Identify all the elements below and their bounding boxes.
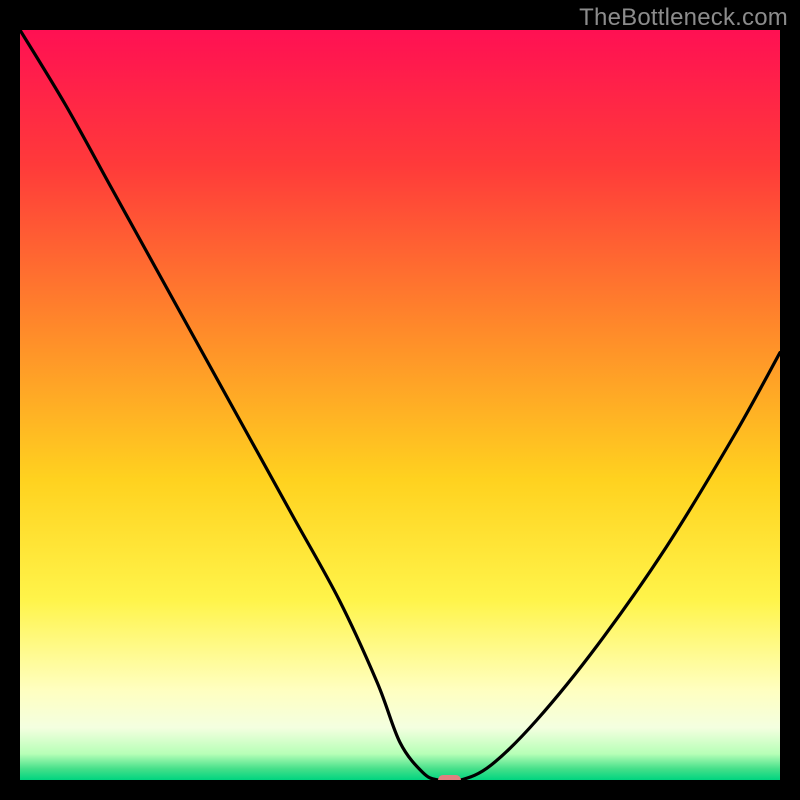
optimum-marker bbox=[438, 775, 462, 780]
plot-area bbox=[20, 30, 780, 780]
watermark-label: TheBottleneck.com bbox=[579, 4, 788, 32]
background-gradient bbox=[20, 30, 780, 780]
chart-frame: TheBottleneck.com bbox=[0, 0, 800, 800]
